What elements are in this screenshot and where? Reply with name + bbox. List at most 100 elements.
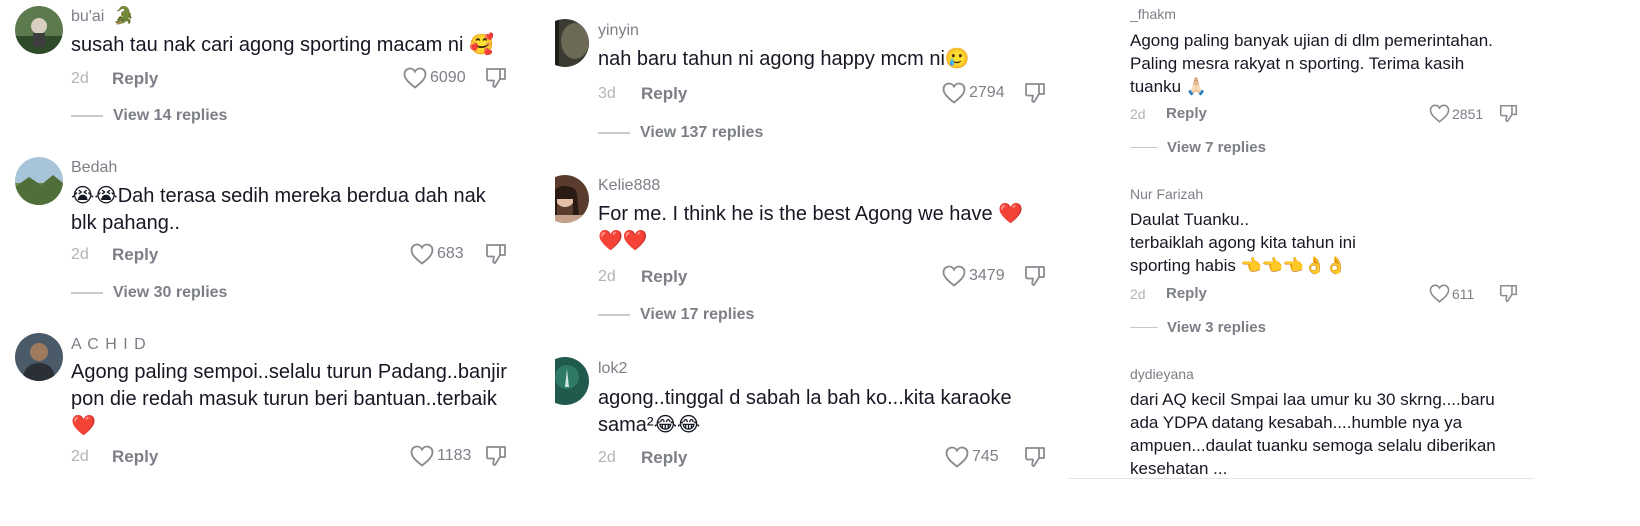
comment-time: 2d: [71, 246, 89, 263]
like-count: 3479: [969, 267, 1005, 284]
comment-username[interactable]: Bedah: [71, 159, 117, 177]
like-count: 683: [437, 245, 464, 262]
heart-outline-icon: [410, 445, 434, 467]
comment-time: 2d: [71, 448, 89, 465]
thumbs-down-outline-icon: [486, 446, 506, 466]
view-replies-button[interactable]: View 137 replies: [598, 124, 763, 142]
view-replies-button[interactable]: View 7 replies: [1130, 139, 1266, 156]
heart-outline-icon: [942, 265, 966, 287]
view-replies-button[interactable]: View 30 replies: [71, 284, 227, 302]
divider-line: [1130, 326, 1158, 329]
view-replies-label: View 3 replies: [1167, 319, 1266, 336]
like-button[interactable]: 745: [945, 446, 999, 468]
view-replies-label: View 137 replies: [640, 124, 764, 141]
comment-text: Daulat Tuanku.. terbaiklah agong kita ta…: [1130, 210, 1356, 275]
thumbs-down-outline-icon: [486, 244, 506, 264]
dislike-button[interactable]: [1499, 104, 1518, 123]
like-count: 2794: [969, 84, 1005, 101]
dislike-button[interactable]: [1024, 446, 1046, 468]
thumbs-down-outline-icon: [1025, 266, 1045, 286]
comment-panel-1: bu'ai 🐊 susah tau nak cari agong sportin…: [0, 0, 548, 526]
dislike-button[interactable]: [485, 243, 507, 265]
reply-button[interactable]: Reply: [1166, 285, 1207, 302]
comment-text: agong..tinggal d sabah la bah ko...kita …: [598, 387, 1012, 436]
dislike-button[interactable]: [485, 445, 507, 467]
view-replies-label: View 14 replies: [113, 107, 228, 124]
comment-username[interactable]: Nur Farizah: [1130, 186, 1203, 202]
like-button[interactable]: 1183: [410, 445, 471, 467]
dislike-button[interactable]: [1024, 82, 1046, 104]
comment-username[interactable]: bu'ai: [71, 8, 104, 26]
heart-outline-icon: [945, 446, 969, 468]
like-count: 611: [1452, 285, 1475, 302]
comment-panel-2: yinyin nah baru tahun ni agong happy mcm…: [555, 0, 1123, 526]
reply-button[interactable]: Reply: [641, 448, 687, 468]
reply-button[interactable]: Reply: [112, 245, 158, 265]
thumbs-down-outline-icon: [1025, 83, 1045, 103]
dislike-button[interactable]: [485, 67, 507, 89]
avatar[interactable]: [15, 333, 63, 381]
divider-line: [598, 132, 630, 134]
comment-username[interactable]: Kelie888: [598, 177, 660, 195]
like-button[interactable]: 2851: [1429, 104, 1483, 123]
avatar[interactable]: [555, 175, 589, 223]
like-count: 6090: [430, 69, 466, 86]
reply-button[interactable]: Reply: [112, 69, 158, 89]
like-button[interactable]: 683: [410, 243, 464, 265]
like-count: 1183: [437, 447, 472, 464]
comment-username[interactable]: dydieyana: [1130, 366, 1194, 382]
comment-time: 2d: [1130, 106, 1146, 122]
like-button[interactable]: 2794: [942, 82, 1005, 104]
comment-text: For me. I think he is the best Agong we …: [598, 203, 1024, 252]
comment-time: 2d: [598, 268, 616, 285]
comment-text: 😭😭Dah terasa sedih mereka berdua dah nak…: [71, 185, 486, 234]
view-replies-label: View 30 replies: [113, 284, 228, 301]
heart-outline-icon: [410, 243, 434, 265]
reply-button[interactable]: Reply: [641, 84, 687, 104]
avatar[interactable]: [15, 6, 63, 54]
dislike-button[interactable]: [1024, 265, 1046, 287]
heart-outline-icon: [1429, 104, 1450, 123]
comment-time: 3d: [598, 85, 616, 102]
heart-outline-icon: [403, 67, 427, 89]
avatar[interactable]: [555, 19, 589, 67]
comment-username[interactable]: lok2: [598, 360, 627, 378]
comment-text: nah baru tahun ni agong happy mcm ni🥲: [598, 48, 970, 70]
like-button[interactable]: 611: [1429, 284, 1474, 303]
like-button[interactable]: 6090: [403, 67, 466, 89]
comment-panel-3: _fhakm Agong paling banyak ujian di dlm …: [1123, 0, 1640, 526]
divider-line: [598, 314, 630, 316]
comment-time: 2d: [598, 449, 616, 466]
dislike-button[interactable]: [1499, 284, 1518, 303]
crocodile-emoji-icon: 🐊: [113, 6, 135, 26]
like-count: 745: [972, 448, 999, 465]
like-button[interactable]: 3479: [942, 265, 1005, 287]
heart-outline-icon: [1429, 284, 1450, 303]
thumbs-down-outline-icon: [1499, 104, 1518, 123]
thumbs-down-outline-icon: [1025, 447, 1045, 467]
view-replies-button[interactable]: View 17 replies: [598, 306, 754, 324]
comment-text: susah tau nak cari agong sporting macam …: [71, 34, 494, 56]
view-replies-button[interactable]: View 14 replies: [71, 107, 227, 125]
comment-username[interactable]: _fhakm: [1130, 6, 1176, 22]
avatar[interactable]: [15, 157, 63, 205]
comment-username[interactable]: yinyin: [598, 22, 639, 40]
comment-time: 2d: [71, 70, 89, 87]
view-replies-label: View 7 replies: [1167, 139, 1266, 156]
comment-username[interactable]: A C H I D: [71, 336, 147, 354]
comment-text: dari AQ kecil Smpai laa umur ku 30 skrng…: [1130, 390, 1496, 478]
reply-button[interactable]: Reply: [1166, 105, 1207, 122]
divider-line: [71, 115, 103, 117]
comment-text: Agong paling banyak ujian di dlm pemerin…: [1130, 31, 1493, 96]
reply-button[interactable]: Reply: [641, 267, 687, 287]
heart-outline-icon: [942, 82, 966, 104]
view-replies-button[interactable]: View 3 replies: [1130, 319, 1266, 336]
divider-line: [1130, 146, 1158, 149]
view-replies-label: View 17 replies: [640, 306, 755, 323]
reply-button[interactable]: Reply: [112, 447, 158, 467]
thumbs-down-outline-icon: [486, 68, 506, 88]
comment-time: 2d: [1130, 286, 1146, 302]
divider-line: [71, 292, 103, 294]
avatar[interactable]: [555, 357, 589, 405]
divider-line: [1068, 478, 1533, 479]
